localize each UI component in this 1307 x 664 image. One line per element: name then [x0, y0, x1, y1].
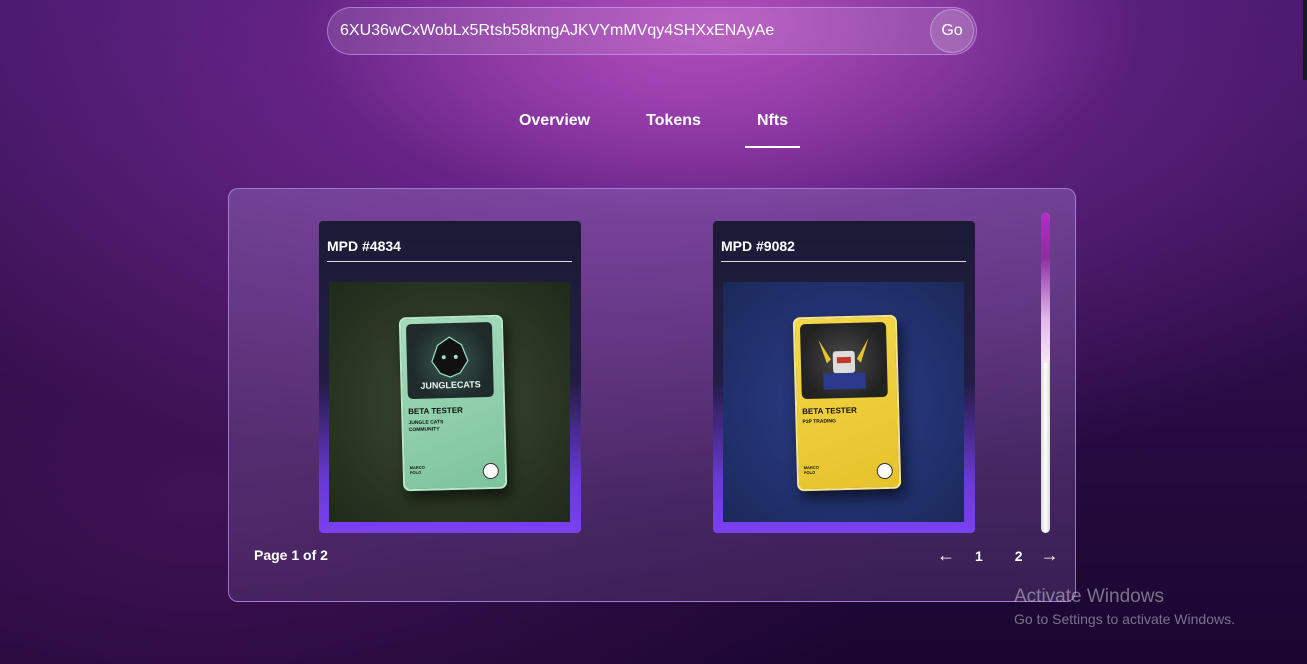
nft-image: BETA TESTER P2P TRADING MARCO POLO	[723, 282, 964, 522]
nft-title: MPD #9082	[721, 238, 966, 262]
scrollbar[interactable]	[1041, 213, 1050, 533]
page-indicator: Page 1 of 2	[254, 547, 328, 563]
robot-artwork	[799, 321, 888, 400]
next-page-arrow-icon[interactable]: →	[1041, 545, 1059, 566]
activate-windows-title: Activate Windows	[1014, 586, 1164, 607]
nft-image: JUNGLECATS BETA TESTER JUNGLE CATS COMMU…	[329, 282, 570, 522]
page-2-button[interactable]: 2	[1015, 548, 1023, 564]
brand-label: MARCO POLO	[803, 464, 819, 476]
nft-artwork-card: BETA TESTER P2P TRADING MARCO POLO	[792, 314, 902, 492]
badge-label: BETA TESTER	[408, 405, 463, 417]
nft-card[interactable]: MPD #4834 JUNGLECATS BETA TESTER JUNGLE …	[319, 221, 581, 533]
page-1-button[interactable]: 1	[975, 548, 983, 564]
nft-card[interactable]: MPD #9082 BETA TESTER P2P TRADING MARCO …	[713, 221, 975, 533]
scrollbar-thumb[interactable]	[1041, 213, 1050, 363]
cat-head-icon: JUNGLECATS	[420, 335, 481, 391]
activate-windows-subtitle: Go to Settings to activate Windows.	[1014, 611, 1235, 627]
go-button[interactable]: Go	[930, 9, 974, 53]
robot-icon	[818, 337, 869, 390]
marco-polo-icon	[482, 462, 500, 480]
nft-panel: MPD #4834 JUNGLECATS BETA TESTER JUNGLE …	[228, 188, 1076, 602]
prev-page-arrow-icon[interactable]: ←	[937, 545, 955, 566]
jungle-cats-logo-text: JUNGLECATS	[420, 379, 481, 391]
jungle-cats-logo: JUNGLECATS	[405, 321, 494, 400]
nft-title: MPD #4834	[327, 238, 572, 262]
card-subtitle: JUNGLE CATS COMMUNITY	[408, 419, 444, 434]
badge-label: BETA TESTER	[802, 405, 857, 417]
tab-bar: Overview Tokens Nfts	[0, 108, 1307, 148]
pagination: ← 1 2 →	[937, 545, 1059, 566]
tab-nfts[interactable]: Nfts	[744, 108, 801, 148]
tab-tokens[interactable]: Tokens	[634, 108, 713, 148]
window-edge	[1303, 0, 1307, 80]
nft-artwork-card: JUNGLECATS BETA TESTER JUNGLE CATS COMMU…	[398, 314, 508, 492]
marco-polo-icon	[876, 462, 894, 480]
search-bar: Go	[327, 7, 977, 55]
card-subtitle: P2P TRADING	[802, 418, 837, 426]
tab-overview[interactable]: Overview	[507, 108, 602, 148]
address-input[interactable]	[328, 8, 930, 54]
brand-label: MARCO POLO	[409, 464, 425, 476]
